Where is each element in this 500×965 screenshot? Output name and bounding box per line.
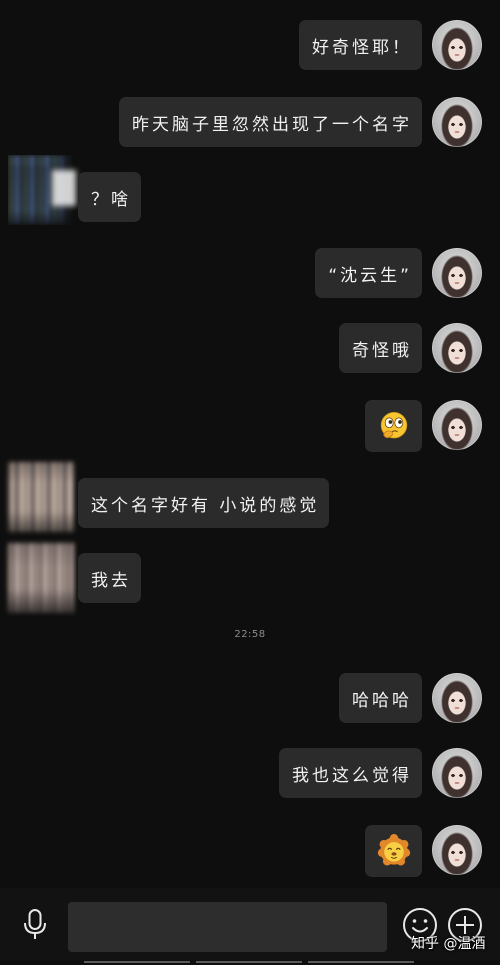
- bottom-indicator-segment: [196, 961, 302, 963]
- message-row: 哈哈哈: [0, 673, 500, 723]
- message-row: 这个名字好有 小说的感觉: [0, 462, 500, 532]
- my-avatar[interactable]: [432, 673, 482, 723]
- message-row: [0, 825, 500, 877]
- message-row: 昨天脑子里忽然出现了一个名字: [0, 97, 500, 147]
- outgoing-emoji-bubble[interactable]: [365, 825, 422, 877]
- bottom-indicator-segment: [84, 961, 190, 963]
- message-row: [0, 400, 500, 452]
- message-row: “沈云生”: [0, 248, 500, 298]
- contact-avatar-blurred-highlight: [52, 170, 76, 206]
- message-text: “沈云生”: [328, 265, 412, 286]
- my-avatar[interactable]: [432, 97, 482, 147]
- incoming-message-bubble[interactable]: 这个名字好有 小说的感觉: [78, 478, 330, 528]
- message-text: 我也这么觉得: [292, 765, 412, 786]
- message-row: 我去: [0, 543, 500, 613]
- message-row: 好奇怪耶！: [0, 20, 500, 70]
- zhihu-watermark: 知乎 @温酒: [411, 936, 486, 952]
- microphone-icon[interactable]: [22, 908, 48, 942]
- message-text: 昨天脑子里忽然出现了一个名字: [132, 114, 412, 135]
- outgoing-message-bubble[interactable]: “沈云生”: [315, 248, 422, 298]
- my-avatar[interactable]: [432, 748, 482, 798]
- message-text: ？啥: [91, 189, 131, 210]
- message-row: ？啥: [0, 155, 500, 225]
- my-avatar[interactable]: [432, 400, 482, 450]
- message-text: 好奇怪耶！: [312, 37, 412, 58]
- outgoing-emoji-bubble[interactable]: [365, 400, 422, 452]
- outgoing-message-bubble[interactable]: 哈哈哈: [339, 673, 422, 723]
- incoming-message-bubble[interactable]: 我去: [78, 553, 141, 603]
- message-text: 我去: [91, 570, 131, 591]
- outgoing-message-bubble[interactable]: 好奇怪耶！: [299, 20, 422, 70]
- my-avatar[interactable]: [432, 825, 482, 875]
- message-text: 哈哈哈: [352, 690, 412, 711]
- my-avatar[interactable]: [432, 323, 482, 373]
- outgoing-message-bubble[interactable]: 奇怪哦: [339, 323, 422, 373]
- message-text: 奇怪哦: [352, 340, 412, 361]
- thinking-face-icon: [380, 412, 407, 439]
- message-text: 这个名字好有 小说的感觉: [91, 495, 320, 516]
- chat-screen: 好奇怪耶！ 昨天脑子里忽然出现了一个名字 ？啥 “沈云生” 奇怪哦 这个名字好有…: [0, 0, 500, 965]
- outgoing-message-bubble[interactable]: 我也这么觉得: [279, 748, 422, 798]
- contact-avatar-blurred[interactable]: [8, 543, 74, 613]
- message-row: 我也这么觉得: [0, 748, 500, 798]
- contact-avatar-blurred[interactable]: [8, 462, 74, 532]
- incoming-message-bubble[interactable]: ？啥: [78, 172, 141, 222]
- bottom-indicator-segment: [308, 961, 414, 963]
- outgoing-message-bubble[interactable]: 昨天脑子里忽然出现了一个名字: [119, 97, 422, 147]
- lion-face-icon: [377, 834, 410, 866]
- my-avatar[interactable]: [432, 248, 482, 298]
- message-input[interactable]: [68, 902, 387, 952]
- message-timestamp: 22:58: [234, 629, 266, 640]
- my-avatar[interactable]: [432, 20, 482, 70]
- message-row: 奇怪哦: [0, 323, 500, 373]
